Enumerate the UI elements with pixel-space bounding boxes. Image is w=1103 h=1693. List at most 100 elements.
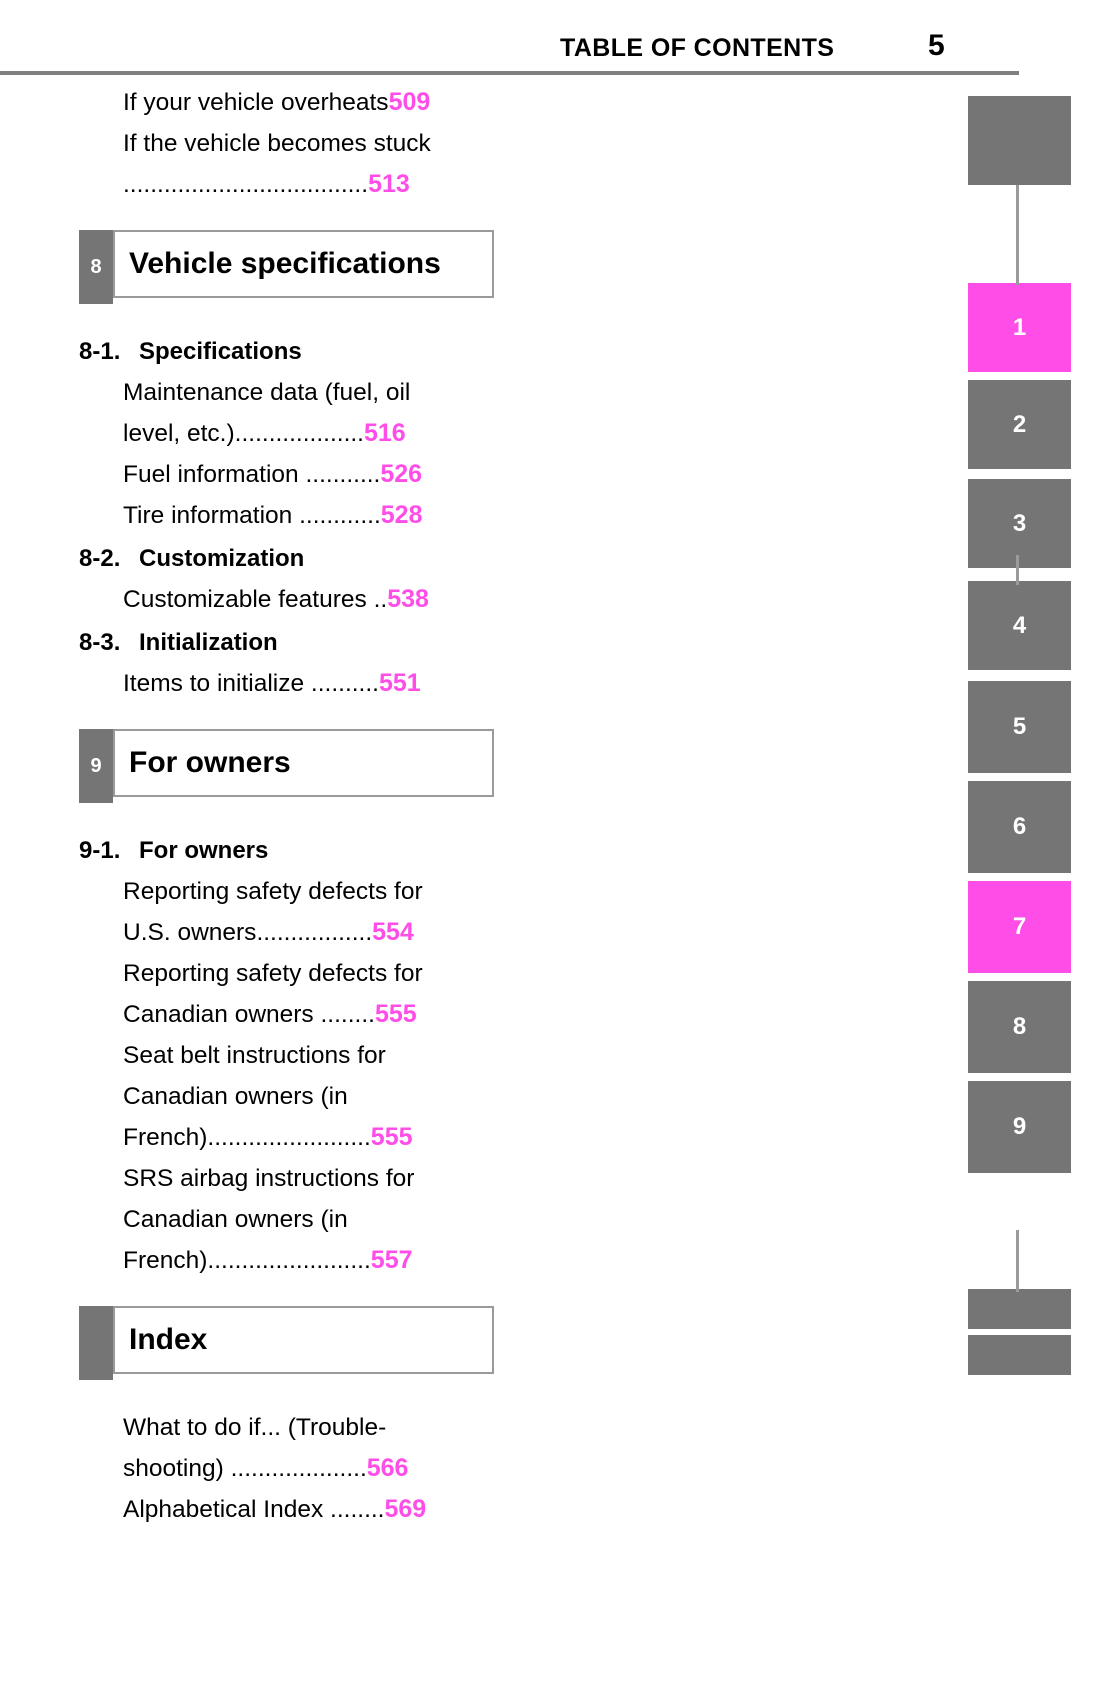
toc-entry-line: U.S. owners.................554 — [79, 912, 494, 953]
chapter-tab-3[interactable]: 3 — [968, 479, 1071, 568]
toc-entry[interactable]: French)........................555 — [79, 1117, 494, 1158]
toc-entry-line: ....................................513 — [79, 164, 494, 205]
toc-entry-line: Canadian owners (in — [79, 1199, 494, 1240]
toc-entry[interactable]: shooting) ....................566 — [79, 1448, 494, 1489]
toc-entry-leader: .................... — [230, 1455, 367, 1482]
toc-entry-title: French) — [123, 1247, 208, 1274]
toc-entry-line: Seat belt instructions for — [79, 1035, 494, 1076]
toc-entry-line: If the vehicle becomes stuck — [79, 123, 494, 164]
toc-entry-page-number: 555 — [370, 1123, 413, 1151]
chapter-tab-9[interactable]: 9 — [968, 1081, 1071, 1173]
toc-entry-title: shooting) — [123, 1455, 231, 1482]
toc-entry-leader: .. — [373, 586, 388, 613]
chapter-tab-7[interactable]: 7 — [968, 881, 1071, 973]
header-divider — [0, 71, 1019, 75]
toc-entry-leader: ........................ — [207, 1247, 371, 1274]
chapter-tab-6[interactable]: 6 — [968, 781, 1071, 873]
toc-entry[interactable]: Reporting safety defects for — [79, 871, 494, 912]
toc-subsection-header[interactable]: 8-1. Specifications — [79, 331, 494, 372]
toc-entry-page-number: 516 — [364, 419, 406, 447]
toc-subsection-label: Initialization — [139, 629, 278, 656]
toc-entry[interactable]: Seat belt instructions for — [79, 1035, 494, 1076]
toc-entry[interactable]: SRS airbag instructions for — [79, 1158, 494, 1199]
toc-subsection-number: 8-1. — [79, 338, 121, 365]
toc-entry-line: Customizable features ..538 — [79, 579, 494, 620]
toc-entry[interactable]: What to do if... (Trouble- — [79, 1407, 494, 1448]
page-edge-rule — [1016, 1282, 1019, 1292]
toc-entry[interactable]: Customizable features ..538 — [79, 579, 494, 620]
toc-entry-page-number: 551 — [378, 669, 421, 697]
chapter-tab-blank[interactable] — [968, 1335, 1071, 1375]
chapter-tab-blank[interactable] — [968, 96, 1071, 185]
toc-entry-line: French)........................557 — [79, 1240, 494, 1281]
toc-entry[interactable]: Items to initialize ..........551 — [79, 663, 494, 704]
toc-entry-line: Items to initialize ..........551 — [79, 663, 494, 704]
toc-entry-title: Maintenance data (fuel, oil — [123, 379, 411, 406]
toc-page: TABLE OF CONTENTS 5 If your vehicle over… — [0, 0, 1103, 1693]
toc-entry[interactable]: Fuel information ...........526 — [79, 454, 494, 495]
toc-entry-title: level, etc.) — [123, 420, 235, 447]
toc-entry-page-number: 566 — [366, 1454, 409, 1482]
chapter-banner[interactable]: Index — [79, 1306, 494, 1380]
toc-entry[interactable]: If the vehicle becomes stuck — [79, 123, 494, 164]
toc-entry-title: Canadian owners — [123, 1001, 321, 1028]
toc-subsection-label: For owners — [139, 837, 269, 864]
toc-entry-line: What to do if... (Trouble- — [79, 1407, 494, 1448]
toc-entry-leader: ........... — [305, 461, 381, 488]
toc-subsection-header[interactable]: 8-2. Customization — [79, 538, 494, 579]
chapter-number-badge — [79, 1306, 113, 1380]
toc-entry-title: Fuel information — [123, 461, 306, 488]
toc-entry-line: French)........................555 — [79, 1117, 494, 1158]
toc-subsection-number: 8-3. — [79, 629, 121, 656]
chapter-banner-box: Index — [113, 1306, 494, 1374]
toc-entry-title: Canadian owners (in — [123, 1206, 348, 1233]
page-title: TABLE OF CONTENTS — [560, 34, 835, 62]
toc-subsection-header[interactable]: 9-1. For owners — [79, 830, 494, 871]
toc-subsection-header[interactable]: 8-3. Initialization — [79, 622, 494, 663]
toc-entry-leader: ........................ — [207, 1124, 371, 1151]
page-header: TABLE OF CONTENTS 5 — [0, 0, 1103, 75]
chapter-banner[interactable]: 8 Vehicle specifications — [79, 230, 494, 304]
toc-entry-title: Reporting safety defects for — [123, 960, 423, 987]
toc-entry-title: If the vehicle becomes stuck — [123, 130, 431, 157]
toc-entry[interactable]: Reporting safety defects for — [79, 953, 494, 994]
chapter-tab-8[interactable]: 8 — [968, 981, 1071, 1073]
toc-entry[interactable]: If your vehicle overheats509 — [79, 82, 494, 123]
chapter-tab-strip: 12 3 4 56789 — [968, 0, 1103, 1693]
chapter-tab-2[interactable]: 2 — [968, 380, 1071, 469]
toc-entry-title: Canadian owners (in — [123, 1083, 348, 1110]
toc-entry[interactable]: Canadian owners (in — [79, 1199, 494, 1240]
toc-entry[interactable]: Tire information ............528 — [79, 495, 494, 536]
toc-entry[interactable]: ....................................513 — [79, 164, 494, 205]
toc-entry-line: Canadian owners (in — [79, 1076, 494, 1117]
toc-entry-page-number: 526 — [380, 460, 423, 488]
toc-entry-line: Fuel information ...........526 — [79, 454, 494, 495]
toc-entry-title: Seat belt instructions for — [123, 1042, 386, 1069]
toc-entry-leader: .................................... — [123, 171, 369, 198]
chapter-tab-1[interactable]: 1 — [968, 283, 1071, 372]
chapter-banner-box: Vehicle specifications — [113, 230, 494, 298]
toc-entry-line: Reporting safety defects for — [79, 953, 494, 994]
chapter-title: Vehicle specifications — [129, 247, 441, 280]
toc-entry[interactable]: Alphabetical Index ........569 — [79, 1489, 494, 1530]
toc-entry[interactable]: Canadian owners (in — [79, 1076, 494, 1117]
toc-entry-page-number: 555 — [374, 1000, 417, 1028]
toc-entry[interactable]: Canadian owners ........555 — [79, 994, 494, 1035]
toc-entry-page-number: 569 — [384, 1495, 427, 1523]
page-edge-rule — [1016, 1230, 1019, 1290]
toc-entry-line: Alphabetical Index ........569 — [79, 1489, 494, 1530]
chapter-tab-5[interactable]: 5 — [968, 681, 1071, 773]
chapter-tab-4[interactable]: 4 — [968, 581, 1071, 670]
page-edge-rule — [1016, 185, 1019, 285]
toc-entry-title: Items to initialize — [123, 670, 311, 697]
toc-entry[interactable]: U.S. owners.................554 — [79, 912, 494, 953]
toc-entry[interactable]: French)........................557 — [79, 1240, 494, 1281]
toc-entry-page-number: 509 — [388, 88, 431, 116]
toc-entry[interactable]: Maintenance data (fuel, oil — [79, 372, 494, 413]
chapter-tab-blank[interactable] — [968, 1289, 1071, 1329]
toc-entry[interactable]: level, etc.)...................516 — [79, 413, 494, 454]
toc-entry-title: French) — [123, 1124, 208, 1151]
toc-entry-line: shooting) ....................566 — [79, 1448, 494, 1489]
toc-entry-title: Reporting safety defects for — [123, 878, 423, 905]
chapter-banner[interactable]: 9 For owners — [79, 729, 494, 803]
